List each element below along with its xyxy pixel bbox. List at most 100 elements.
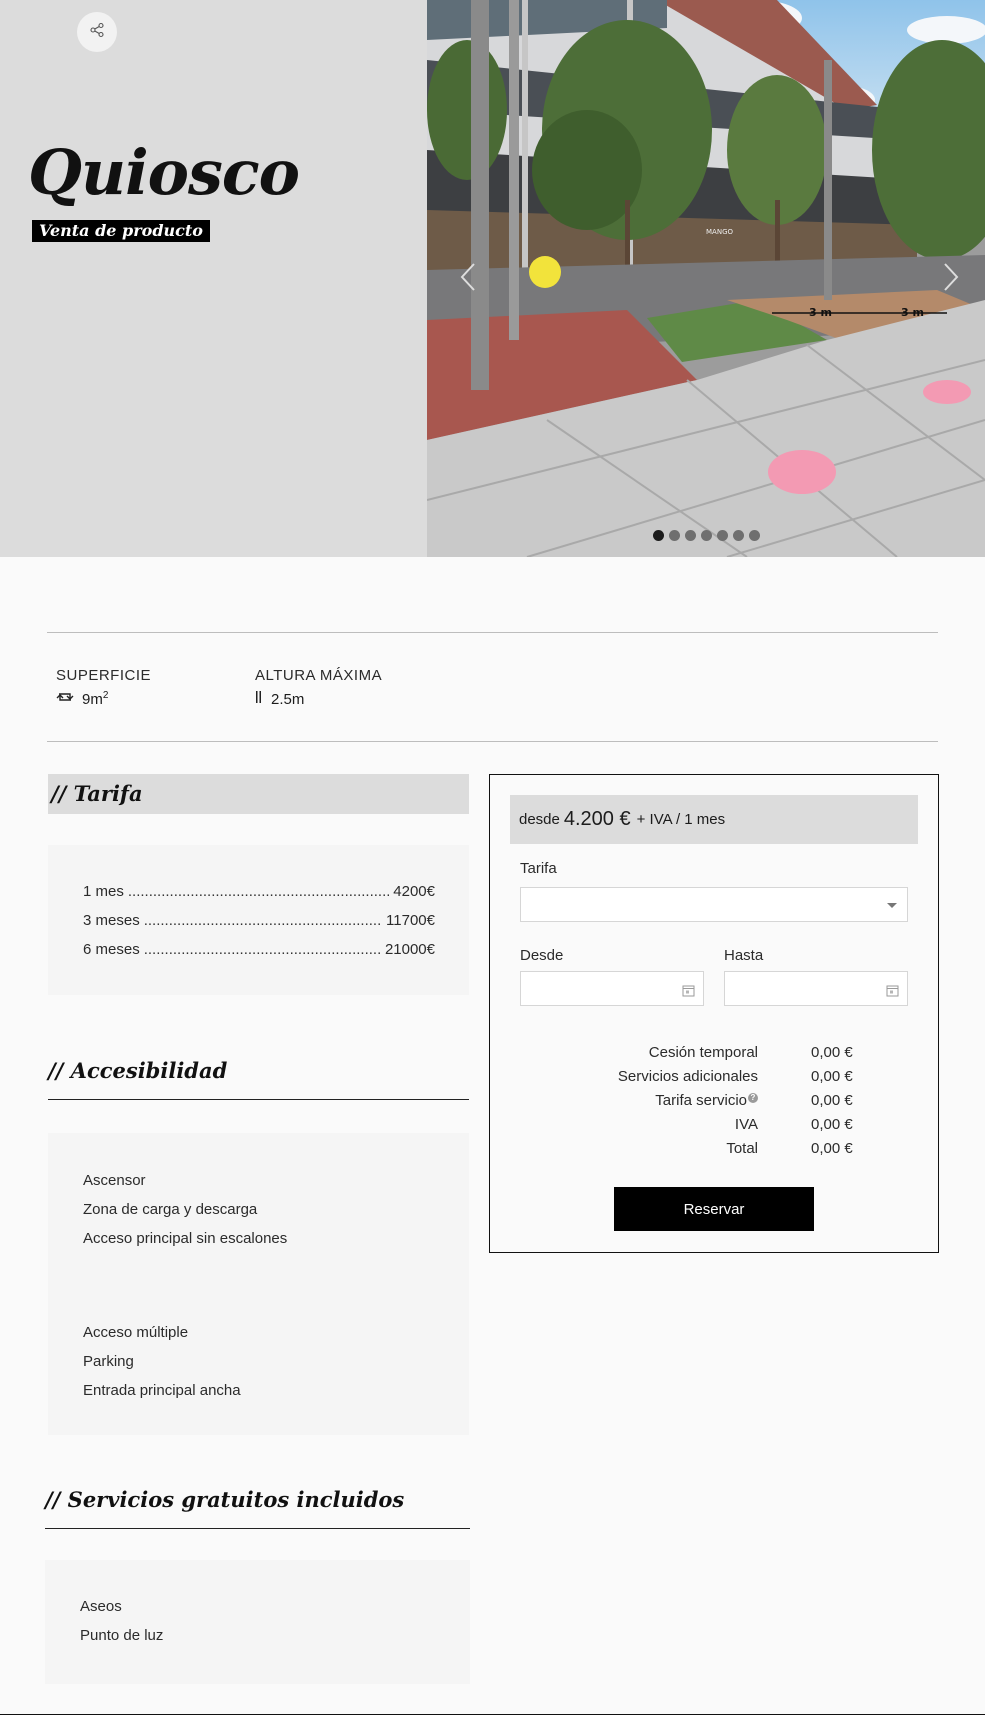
reserve-button[interactable]: Reservar — [614, 1187, 814, 1231]
heading-text: Servicios gratuitos incluidos — [67, 1487, 405, 1512]
price-suffix: + IVA / 1 mes — [636, 811, 726, 828]
chevron-right-icon — [944, 263, 959, 291]
tarifa-field-label: Tarifa — [520, 860, 557, 877]
spec-altura: ALTURA MÁXIMA 2.5m — [255, 667, 382, 708]
spec-label: SUPERFICIE — [56, 667, 152, 684]
rate-row: 3 meses ................................… — [83, 906, 435, 935]
list-item: Parking — [83, 1353, 134, 1370]
rate-period: 1 mes — [83, 883, 124, 900]
list-item: Acceso principal sin escalones — [83, 1230, 288, 1247]
repeat-icon — [56, 690, 74, 708]
spec-value-row: 2.5m — [255, 690, 382, 708]
dot-leader: ........................................… — [143, 941, 381, 958]
servicios-heading: // Servicios gratuitos incluidos — [45, 1487, 470, 1529]
heading-prefix: // — [48, 1058, 64, 1083]
carousel-prev-button[interactable] — [456, 262, 482, 292]
breakdown-label: Total — [726, 1140, 758, 1157]
breakdown-label-text: Tarifa servicio — [655, 1092, 747, 1109]
list-item: Entrada principal ancha — [83, 1382, 241, 1399]
heading-prefix: // — [45, 1487, 61, 1512]
dimension-label-right: 3 m — [901, 306, 924, 319]
breakdown-row: IVA 0,00 € — [490, 1113, 938, 1137]
breakdown-value: 0,00 € — [811, 1140, 853, 1157]
kiosk-location-photo: 3 m 3 m MANGO — [427, 0, 985, 557]
dimension-label-left: 3 m — [809, 306, 832, 319]
heading-prefix: // — [51, 781, 67, 806]
share-button[interactable] — [77, 12, 117, 52]
carousel-dot[interactable] — [701, 530, 712, 541]
chevron-left-icon — [460, 263, 475, 291]
rate-row: 6 meses ................................… — [83, 935, 435, 964]
share-icon — [89, 22, 105, 42]
photo-carousel[interactable]: 3 m 3 m MANGO — [427, 0, 985, 557]
divider — [47, 741, 938, 742]
hasta-field-label: Hasta — [724, 947, 764, 964]
hero: Quiosco Venta de producto 3 m 3 m MANGO — [0, 0, 985, 557]
desde-date-input[interactable] — [520, 971, 704, 1006]
list-item: Zona de carga y descarga — [83, 1201, 258, 1218]
breakdown-label: Servicios adicionales — [617, 1068, 758, 1085]
list-item: Acceso múltiple — [83, 1324, 189, 1341]
divider — [47, 632, 938, 633]
accessibility-list: Ascensor Zona de carga y descarga Acceso… — [83, 1166, 287, 1253]
spec-value: 2.5m — [271, 690, 305, 708]
desde-field-label: Desde — [520, 947, 564, 964]
rate-row: 1 mes ..................................… — [83, 877, 435, 906]
breakdown-row: Total 0,00 € — [490, 1137, 938, 1161]
tarifa-select[interactable] — [520, 887, 908, 922]
spec-value-row: 9m2 — [56, 690, 151, 708]
price-prefix: desde — [519, 811, 560, 828]
list-item: Punto de luz — [80, 1627, 164, 1644]
tarifa-heading: // Tarifa — [48, 774, 469, 814]
spec-superficie: SUPERFICIE 9m2 — [56, 667, 151, 708]
spec-label: ALTURA MÁXIMA — [255, 667, 383, 684]
price-amount: 4.200 € — [563, 808, 631, 830]
category-label: Venta de producto — [32, 220, 210, 242]
breakdown-row: Cesión temporal 0,00 € — [490, 1041, 938, 1065]
page-title: Quiosco — [28, 136, 300, 209]
servicios-panel: Aseos Punto de luz — [45, 1560, 470, 1684]
rate-price: 11700€ — [386, 912, 435, 929]
carousel-next-button[interactable] — [937, 262, 963, 292]
breakdown-value: 0,00 € — [811, 1068, 853, 1085]
help-icon[interactable]: ? — [748, 1093, 758, 1103]
spec-value: 9m2 — [82, 690, 109, 708]
carousel-dot[interactable] — [717, 530, 728, 541]
height-bars-icon — [255, 690, 263, 708]
list-item: Aseos — [80, 1598, 122, 1615]
dot-leader: ........................................… — [127, 883, 389, 900]
breakdown-value: 0,00 € — [811, 1116, 853, 1133]
accesibilidad-heading: // Accesibilidad — [48, 1058, 469, 1100]
carousel-dot[interactable] — [685, 530, 696, 541]
heading-text: Tarifa — [73, 781, 143, 806]
carousel-dot[interactable] — [669, 530, 680, 541]
calendar-icon[interactable] — [886, 982, 899, 1001]
calendar-icon[interactable] — [682, 982, 695, 1001]
hasta-date-input[interactable] — [724, 971, 908, 1006]
breakdown-label: IVA — [734, 1116, 758, 1133]
list-item: Ascensor — [83, 1172, 146, 1189]
accessibility-list: Acceso múltiple Parking Entrada principa… — [83, 1318, 241, 1405]
breakdown-value: 0,00 € — [811, 1092, 853, 1109]
rate-period: 6 meses — [83, 941, 140, 958]
carousel-dot[interactable] — [733, 530, 744, 541]
breakdown-row: Tarifa servicio? 0,00 € — [490, 1089, 938, 1113]
booking-widget: desde 4.200 € + IVA / 1 mes Tarifa Desde… — [489, 774, 939, 1253]
carousel-dot[interactable] — [749, 530, 760, 541]
accesibilidad-panel: Ascensor Zona de carga y descarga Acceso… — [48, 1133, 469, 1435]
rate-price: 21000€ — [384, 941, 435, 958]
tarifa-panel: 1 mes ..................................… — [48, 845, 469, 995]
dot-leader: ........................................… — [143, 912, 382, 929]
carousel-dot[interactable] — [653, 530, 664, 541]
caret-down-icon — [887, 903, 897, 908]
hero-info-panel: Quiosco Venta de producto — [0, 0, 427, 557]
heading-text: Accesibilidad — [70, 1058, 228, 1083]
price-breakdown: Cesión temporal 0,00 € Servicios adicion… — [490, 1041, 938, 1161]
rate-period: 3 meses — [83, 912, 140, 929]
rate-list: 1 mes ..................................… — [83, 877, 435, 964]
breakdown-value: 0,00 € — [811, 1044, 853, 1061]
breakdown-label: Cesión temporal — [648, 1044, 758, 1061]
breakdown-label: Tarifa servicio? — [655, 1089, 758, 1113]
price-summary: desde 4.200 € + IVA / 1 mes — [510, 795, 918, 844]
services-list: Aseos Punto de luz — [80, 1592, 163, 1650]
